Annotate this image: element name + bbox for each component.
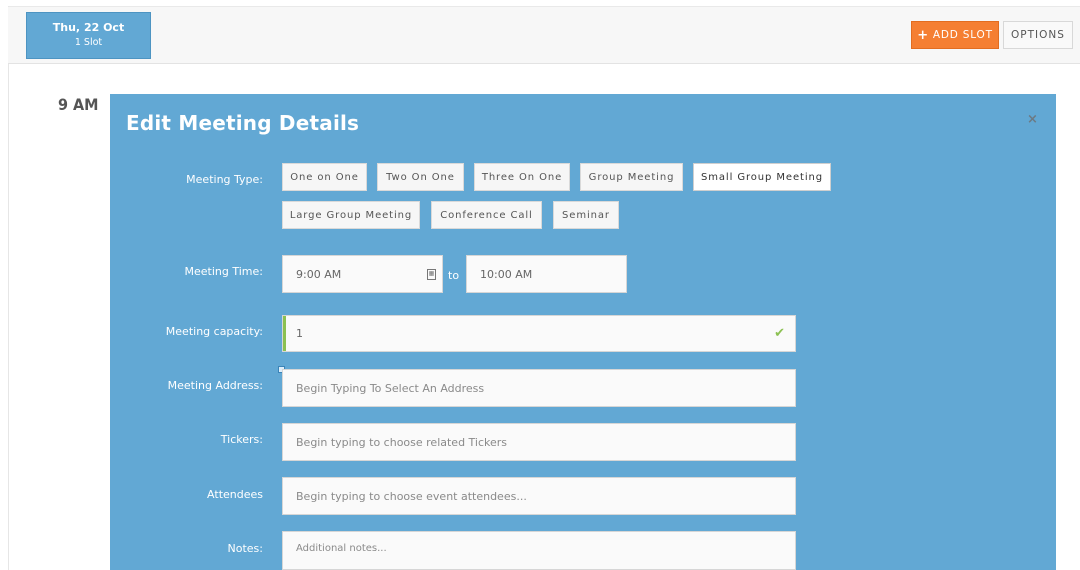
meeting-type-seminar[interactable]: Seminar [553, 201, 619, 229]
tickers-label: Tickers: [220, 433, 263, 446]
add-slot-label: ADD SLOT [932, 29, 993, 41]
meeting-start-time-input[interactable]: 9:00 AM ▦ [282, 255, 443, 293]
day-tab[interactable]: Thu, 22 Oct 1 Slot [26, 12, 151, 59]
valid-indicator-bar [283, 316, 286, 351]
notes-textarea[interactable]: Additional notes... [282, 531, 796, 570]
meeting-address-input[interactable]: Begin Typing To Select An Address [282, 369, 796, 407]
meeting-type-two-on-one[interactable]: Two On One [377, 163, 464, 191]
meeting-type-group-meeting[interactable]: Group Meeting [580, 163, 683, 191]
attendees-input[interactable]: Begin typing to choose event attendees..… [282, 477, 796, 515]
check-icon: ✔ [774, 326, 785, 341]
tickers-input[interactable]: Begin typing to choose related Tickers [282, 423, 796, 461]
notes-label: Notes: [227, 542, 263, 555]
meeting-type-three-on-one[interactable]: Three On One [474, 163, 570, 191]
time-slot-label: 9 AM [58, 95, 99, 114]
meeting-type-conference-call[interactable]: Conference Call [431, 201, 542, 229]
meeting-end-time-input[interactable]: 10:00 AM [466, 255, 627, 293]
attendees-label: Attendees [207, 488, 263, 501]
calendar-icon[interactable]: ▦ [427, 269, 436, 280]
edit-meeting-panel: Edit Meeting Details × Meeting Type: One… [110, 94, 1056, 570]
meeting-type-label: Meeting Type: [186, 173, 263, 186]
meeting-start-time-value: 9:00 AM [296, 267, 342, 281]
meeting-capacity-label: Meeting capacity: [165, 325, 263, 338]
meeting-capacity-value: 1 [296, 327, 303, 340]
meeting-type-small-group-meeting[interactable]: Small Group Meeting [693, 163, 831, 191]
panel-title: Edit Meeting Details [126, 111, 360, 135]
day-tab-date: Thu, 22 Oct [52, 21, 125, 34]
meeting-type-one-on-one[interactable]: One on One [282, 163, 367, 191]
meeting-end-time-value: 10:00 AM [480, 267, 533, 281]
close-icon[interactable]: × [1027, 112, 1038, 127]
meeting-time-label: Meeting Time: [184, 265, 263, 278]
meeting-address-label: Meeting Address: [167, 379, 263, 392]
meeting-time-separator: to [448, 269, 460, 282]
add-slot-button[interactable]: + ADD SLOT [911, 21, 999, 49]
meeting-type-large-group-meeting[interactable]: Large Group Meeting [282, 201, 420, 229]
options-button[interactable]: OPTIONS [1003, 21, 1073, 49]
meeting-capacity-input[interactable]: 1 ✔ [282, 315, 796, 352]
day-tab-slot-count: 1 Slot [74, 37, 103, 48]
plus-icon: + [917, 27, 929, 43]
